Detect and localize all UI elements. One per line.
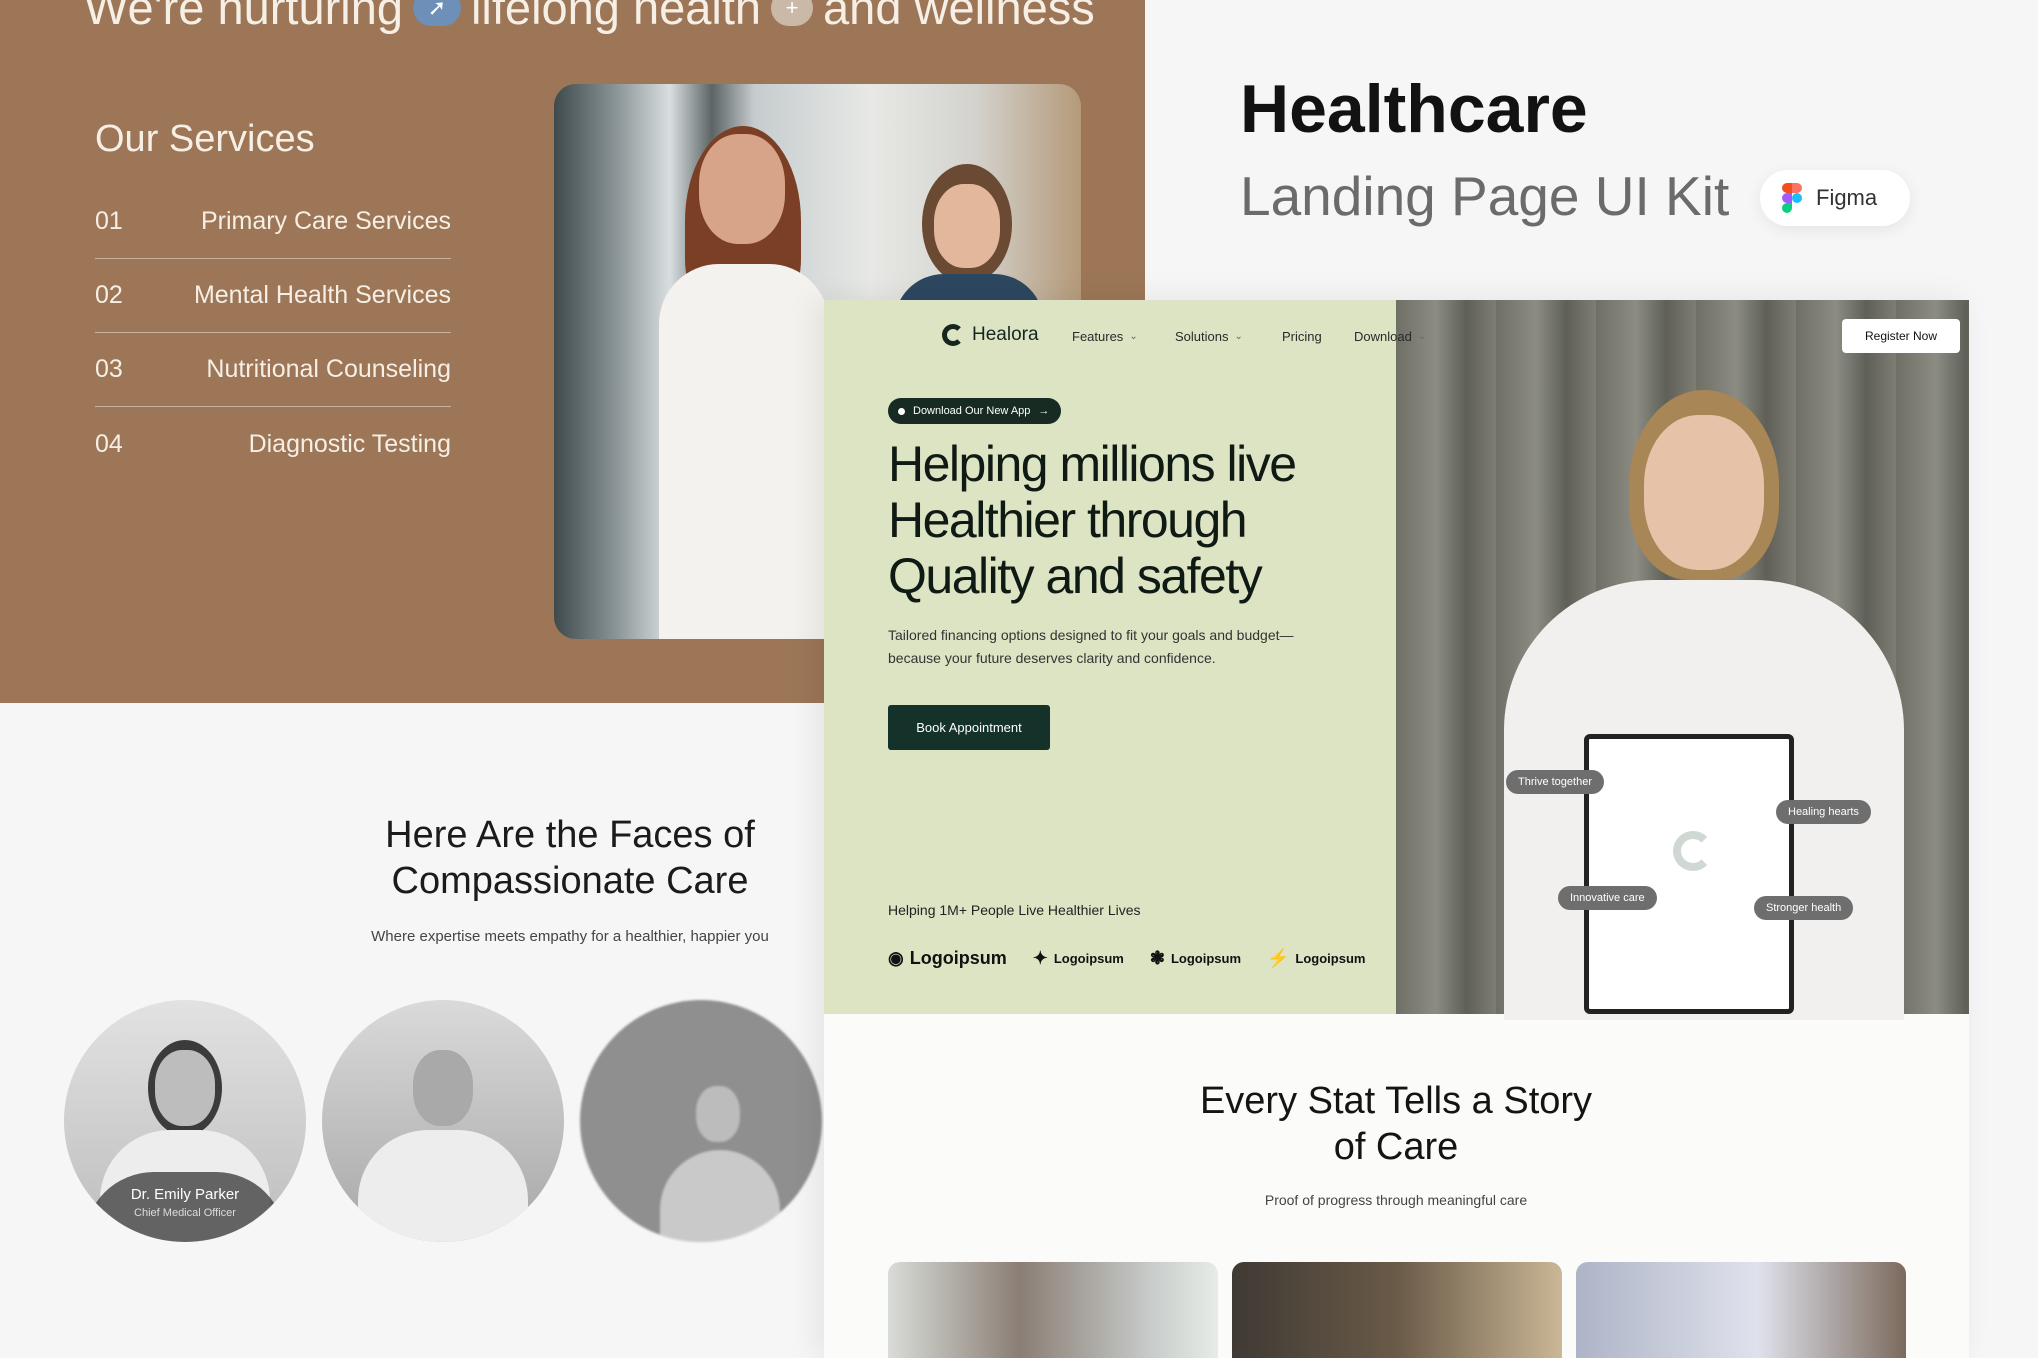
social-proof-text: Helping 1M+ People Live Healthier Lives [888, 902, 1141, 918]
figma-label: Figma [1816, 185, 1878, 210]
badge-label: Download Our New App [913, 405, 1031, 417]
partner-logo: ❃ Logoipsum [1149, 948, 1241, 968]
service-number: 02 [95, 281, 123, 309]
clipboard [1584, 734, 1794, 1014]
services-title: Our Services [95, 118, 315, 160]
chevron-down-icon: ⌄ [1234, 331, 1243, 342]
nav-label: Features [1072, 329, 1124, 344]
nav-features[interactable]: Features ⌄ [1072, 329, 1138, 344]
faces-title: Here Are the Faces of Compassionate Care [385, 814, 755, 902]
service-item[interactable]: 01 Primary Care Services [95, 185, 451, 259]
service-number: 03 [95, 355, 123, 383]
book-appointment-button[interactable]: Book Appointment [888, 705, 1050, 750]
nav-solutions[interactable]: Solutions ⌄ [1175, 329, 1243, 344]
hero-tag: Thrive together [1506, 770, 1604, 794]
service-label: Mental Health Services [193, 281, 451, 309]
stats-title: Every Stat Tells a Story of Care [1199, 1080, 1593, 1168]
register-button[interactable]: Register Now [1842, 319, 1960, 353]
brand-logo[interactable]: Healora [942, 324, 1039, 346]
brand-name: Healora [972, 324, 1039, 345]
service-item[interactable]: 02 Mental Health Services [95, 259, 451, 333]
stats-subtitle: Proof of progress through meaningful car… [1264, 1192, 1528, 1208]
syringe-icon: ➚ [412, 0, 461, 26]
nav-pricing[interactable]: Pricing [1282, 329, 1322, 344]
faces-subtitle: Where expertise meets empathy for a heal… [371, 928, 769, 945]
stat-image-card [1576, 1262, 1906, 1358]
service-label: Primary Care Services [200, 207, 451, 235]
stat-image-card [1232, 1262, 1562, 1358]
download-app-badge[interactable]: Download Our New App → [888, 398, 1062, 424]
badge-dot [898, 407, 905, 415]
nav-label: Pricing [1282, 329, 1322, 344]
hero-tag: Healing hearts [1776, 800, 1871, 824]
logoipsum-cross-icon: ✦ [1032, 948, 1048, 968]
medical-plus-icon: + [771, 0, 814, 26]
headline-part-3: and wellness [823, 0, 1095, 34]
chevron-down-icon: ⌄ [1417, 331, 1427, 342]
service-item[interactable]: 03 Nutritional Counseling [95, 333, 451, 407]
nurse-figure [649, 126, 839, 639]
nav-label: Download [1354, 329, 1412, 344]
service-label: Diagnostic Testing [248, 429, 451, 458]
logoipsum-burst-icon: ❃ [1149, 948, 1165, 968]
figma-icon [1782, 183, 1802, 213]
chevron-down-icon: ⌄ [1129, 331, 1138, 342]
kit-subtitle: Landing Page UI Kit [1240, 165, 1730, 227]
brand-ring-icon [1673, 831, 1713, 871]
hero-tag: Innovative care [1558, 886, 1657, 910]
partner-logo: ◉ Logoipsum [888, 948, 1007, 968]
arrow-right-icon: → [1038, 405, 1050, 417]
partner-logos: ◉ Logoipsum ✦ Logoipsum ❃ Logoipsum ⚡ Logoip… [888, 948, 1365, 969]
nav-label: Solutions [1175, 329, 1229, 344]
service-label: Nutritional Counseling [206, 355, 451, 383]
partner-logo: ⚡ Logoipsum [1267, 948, 1366, 968]
logoipsum-ring-icon: ◉ [888, 948, 904, 968]
service-number: 04 [95, 429, 123, 458]
headline-part-2: lifelong health [470, 0, 762, 34]
member-role: Chief Medical Officer [134, 1207, 236, 1219]
nurturing-headline: We're nurturing ➚ lifelong health + and … [84, 0, 1095, 35]
team-member-card[interactable]: Dr. Emily Parker Chief Medical Officer [64, 1000, 306, 1242]
hero-description: Tailored financing options designed to f… [888, 627, 1294, 666]
kit-title: Healthcare [1240, 71, 1588, 147]
hero-headline: Helping millions live Healthier through … [888, 436, 1297, 604]
service-number: 01 [95, 207, 123, 235]
partner-logo: ✦ Logoipsum [1032, 948, 1124, 968]
services-list: 01 Primary Care Services 02 Mental Healt… [95, 185, 451, 481]
member-name: Dr. Emily Parker [130, 1186, 240, 1203]
brand-ring-icon [942, 324, 964, 346]
team-member-card[interactable] [322, 1000, 564, 1242]
headline-part-1: We're nurturing [84, 0, 403, 34]
logoipsum-bolt-icon: ⚡ [1267, 948, 1290, 968]
team-member-card[interactable] [580, 1000, 822, 1242]
landing-page-preview: Thrive together Healing hearts Innovativ… [824, 300, 1969, 1358]
hero-tag: Stronger health [1754, 896, 1854, 920]
stat-image-card [888, 1262, 1218, 1358]
service-item[interactable]: 04 Diagnostic Testing [95, 407, 451, 481]
nav-download[interactable]: Download ⌄ [1354, 329, 1426, 344]
figma-badge: Figma [1760, 170, 1910, 226]
